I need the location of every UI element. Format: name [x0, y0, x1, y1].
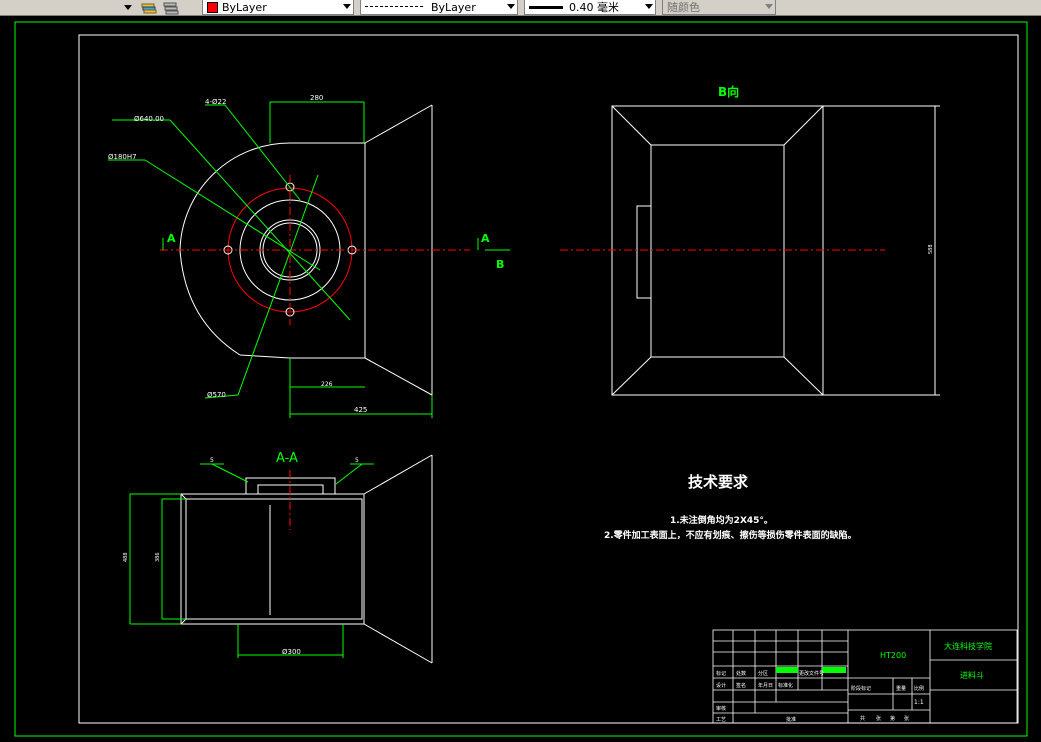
chevron-down-icon[interactable] — [507, 4, 515, 9]
weld-label-1: 5 — [210, 457, 214, 464]
tb-label-di: 第 — [890, 715, 895, 722]
layer-states-icon[interactable] — [162, 0, 182, 15]
part-name: 进料斗 — [960, 670, 984, 680]
color-swatch-icon — [207, 1, 218, 13]
tb-label-gong: 共 — [860, 715, 865, 722]
tb-label-zhongliang: 重量 — [896, 685, 906, 692]
tb-highlight-1 — [776, 667, 798, 673]
school-name: 大连科技学院 — [944, 641, 992, 651]
dim-280: 280 — [310, 94, 323, 102]
lineweight-preview-icon — [529, 5, 563, 9]
sheet-border — [14, 21, 1028, 737]
lineweight-value: 0.40 毫米 — [569, 1, 619, 14]
tb-label-gengai: 更改文件号 — [799, 670, 824, 677]
scale-value: 1:1 — [914, 699, 924, 706]
view-b — [560, 105, 940, 396]
color-combo[interactable]: ByLayer — [202, 0, 354, 15]
layer-combo-tail[interactable] — [0, 0, 136, 15]
linetype-combo[interactable]: ByLayer — [360, 0, 518, 15]
front-view — [108, 101, 510, 418]
drawing-canvas[interactable]: Ø640.00 4-Ø22 Ø180H7 280 Ø570 226 425 A … — [0, 16, 1041, 742]
tech-req-item-1: 1.未注倒角均为2X45°。 — [670, 514, 773, 526]
tb-label-zhang1: 张 — [876, 715, 881, 722]
tb-label-gongyi: 工艺 — [716, 717, 726, 723]
tb-label-sheji: 设计 — [716, 682, 726, 689]
view-b-title: B向 — [718, 84, 739, 99]
dim-holes: 4-Ø22 — [205, 98, 226, 106]
tech-req-item-2: 2.零件加工表面上，不应有划痕、擦伤等损伤零件表面的缺陷。 — [604, 529, 857, 541]
chevron-down-icon[interactable] — [765, 4, 773, 9]
tb-label-chushu: 处数 — [736, 670, 746, 677]
linetype-value: ByLayer — [431, 0, 476, 14]
tb-label-zhang2: 张 — [904, 715, 909, 722]
section-letter-right: A — [481, 232, 490, 245]
dim-d570: Ø570 — [207, 391, 226, 399]
chevron-down-icon[interactable] — [645, 4, 653, 9]
tb-label-shenhe: 审核 — [716, 705, 726, 712]
dim-488: 488 — [123, 552, 129, 562]
color-value: ByLayer — [222, 0, 267, 14]
weld-label-2: 5 — [355, 457, 359, 464]
tb-label-fenqu: 分区 — [758, 670, 768, 677]
section-title: A-A — [276, 451, 298, 466]
properties-toolbar: ByLayer ByLayer 0.40 毫米 随颜色 — [0, 0, 1041, 16]
dim-d180: Ø180H7 — [108, 153, 137, 161]
tb-label-biaozhunhua: 标准化 — [778, 682, 793, 689]
tb-label-bili: 比例 — [914, 685, 924, 692]
dim-226: 226 — [321, 381, 333, 388]
section-a-a — [129, 454, 433, 664]
tb-label-pizhun: 批准 — [786, 716, 796, 723]
material: HT200 — [880, 651, 906, 660]
tb-label-jieduan: 阶段标记 — [851, 685, 871, 692]
plotstyle-value: 随颜色 — [667, 1, 700, 14]
lineweight-combo[interactable]: 0.40 毫米 — [524, 0, 656, 15]
tb-label-biaoji: 标记 — [716, 670, 726, 677]
tb-highlight-2 — [822, 667, 846, 673]
drawing-frame — [78, 34, 1019, 724]
tb-label-qianming: 签名 — [736, 682, 746, 689]
tech-req-title: 技术要求 — [688, 473, 749, 491]
dim-d640: Ø640.00 — [134, 115, 164, 123]
view-arrow-letter: B — [496, 258, 504, 271]
dim-425: 425 — [354, 406, 367, 414]
linetype-preview-icon — [365, 6, 423, 8]
layer-previous-icon[interactable] — [140, 0, 160, 15]
plotstyle-combo[interactable]: 随颜色 — [662, 0, 776, 15]
dim-view-height: 588 — [928, 244, 934, 254]
chevron-down-icon[interactable] — [343, 4, 351, 9]
dim-386: 386 — [155, 552, 161, 562]
section-letter-left: A — [167, 232, 176, 245]
tb-label-riqi: 年月日 — [758, 682, 773, 689]
chevron-down-icon[interactable] — [124, 5, 132, 10]
dim-d300: Ø300 — [282, 648, 301, 656]
